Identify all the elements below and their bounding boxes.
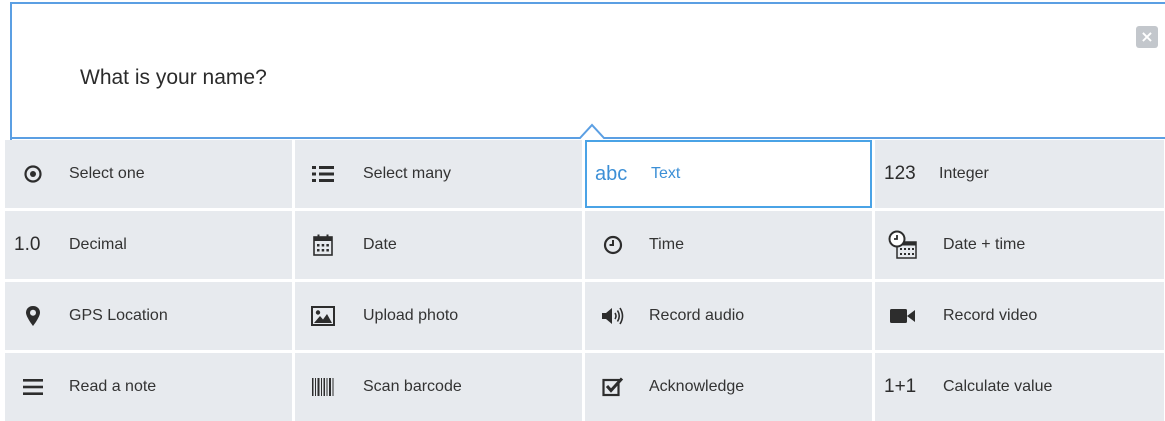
question-type-grid: Select one Select many abc Text 123 Inte… bbox=[5, 140, 1164, 421]
clock-icon bbox=[597, 229, 629, 261]
type-select-many[interactable]: Select many bbox=[295, 140, 582, 208]
type-label: Record audio bbox=[649, 307, 745, 324]
decimal-icon: 1.0 bbox=[14, 234, 41, 255]
type-label: Select many bbox=[363, 165, 452, 182]
type-read-a-note[interactable]: Read a note bbox=[5, 353, 292, 421]
type-label: Calculate value bbox=[943, 378, 1053, 395]
clock-calendar-icon bbox=[887, 229, 919, 261]
type-time[interactable]: Time bbox=[585, 211, 872, 279]
speaker-icon bbox=[597, 300, 629, 332]
type-label: Acknowledge bbox=[649, 378, 745, 395]
type-decimal[interactable]: 1.0 Decimal bbox=[5, 211, 292, 279]
type-text[interactable]: abc Text bbox=[585, 140, 872, 208]
type-integer[interactable]: 123 Integer bbox=[875, 140, 1164, 208]
type-label: Read a note bbox=[69, 378, 157, 395]
type-select-one[interactable]: Select one bbox=[5, 140, 292, 208]
close-button[interactable]: × bbox=[1136, 26, 1158, 48]
type-label: Decimal bbox=[69, 236, 127, 253]
abc-text-icon: abc bbox=[595, 162, 628, 185]
map-pin-icon bbox=[17, 300, 49, 332]
barcode-icon bbox=[307, 371, 339, 403]
type-label: Record video bbox=[943, 307, 1038, 324]
type-date[interactable]: Date bbox=[295, 211, 582, 279]
image-icon bbox=[307, 300, 339, 332]
radio-dot-icon bbox=[17, 158, 49, 190]
list-icon bbox=[307, 158, 339, 190]
type-calculate-value[interactable]: 1+1 Calculate value bbox=[875, 353, 1164, 421]
calculate-icon: 1+1 bbox=[884, 376, 917, 397]
type-record-video[interactable]: Record video bbox=[875, 282, 1164, 350]
type-record-audio[interactable]: Record audio bbox=[585, 282, 872, 350]
type-label: Upload photo bbox=[363, 307, 459, 324]
type-date-time[interactable]: Date + time bbox=[875, 211, 1164, 279]
video-camera-icon bbox=[887, 300, 919, 332]
type-gps-location[interactable]: GPS Location bbox=[5, 282, 292, 350]
checkbox-icon bbox=[597, 371, 629, 403]
integer-icon: 123 bbox=[884, 163, 916, 184]
question-title[interactable]: What is your name? bbox=[80, 66, 267, 90]
type-label: Text bbox=[651, 165, 681, 182]
type-label: Date + time bbox=[943, 236, 1026, 253]
type-label: Time bbox=[649, 236, 684, 253]
type-label: Integer bbox=[939, 165, 989, 182]
type-label: Date bbox=[363, 236, 397, 253]
question-header: What is your name? × bbox=[12, 4, 1165, 136]
menu-lines-icon bbox=[17, 371, 49, 403]
calendar-icon bbox=[307, 229, 339, 261]
type-label: GPS Location bbox=[69, 307, 168, 324]
type-scan-barcode[interactable]: Scan barcode bbox=[295, 353, 582, 421]
type-upload-photo[interactable]: Upload photo bbox=[295, 282, 582, 350]
type-acknowledge[interactable]: Acknowledge bbox=[585, 353, 872, 421]
type-label: Scan barcode bbox=[363, 378, 462, 395]
type-label: Select one bbox=[69, 165, 145, 182]
